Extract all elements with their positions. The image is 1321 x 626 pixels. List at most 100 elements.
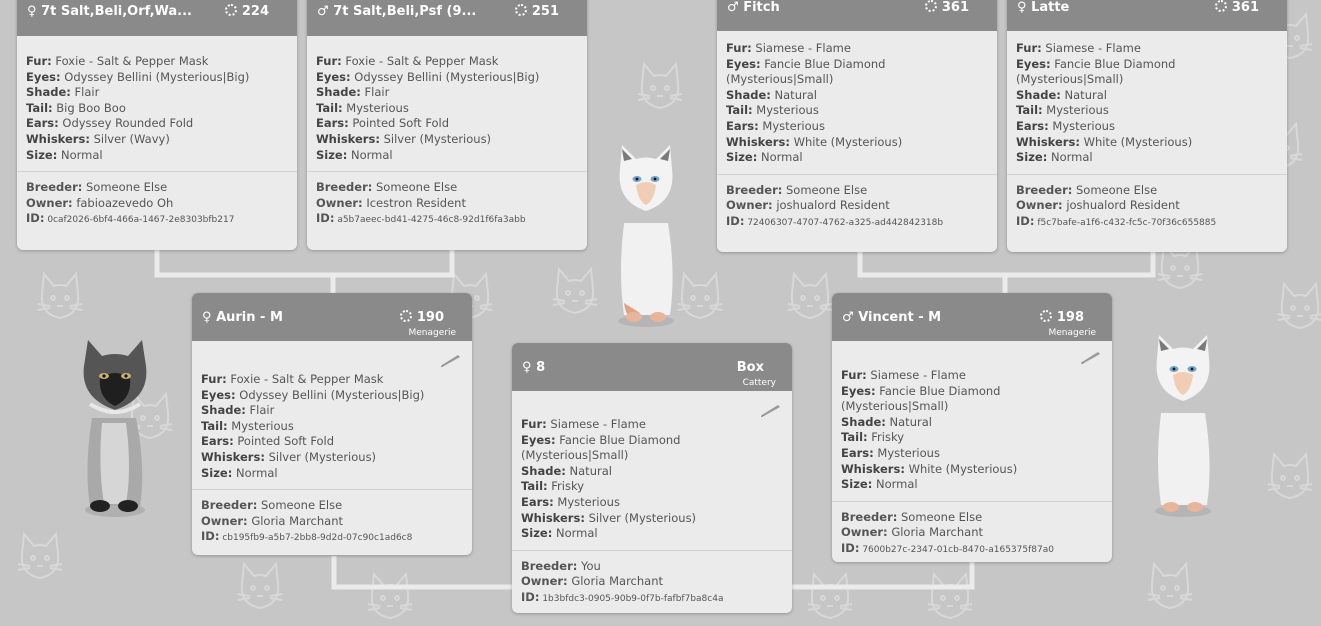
eyes-value: Odyssey Bellini (Mysterious|Big) [239, 387, 425, 402]
fur-value: Foxie - Salt & Pepper Mask [230, 372, 384, 386]
owner-value: fabioazevedo Oh [76, 195, 174, 210]
tail-value: Frisky [551, 479, 585, 494]
whiskers-value: Silver (Mysterious) [588, 510, 697, 525]
loading-spinner-icon [400, 310, 412, 322]
size-value: Normal [760, 150, 803, 165]
card-header: ♂ 7t Salt,Beli,Psf (9... 251 [307, 0, 587, 36]
ownership-info: Breeder: Someone Else Owner: Gloria Marc… [841, 509, 1054, 555]
fur-value: Foxie - Salt & Pepper Mask [55, 54, 209, 68]
whiskers-value: White (Mysterious) [908, 461, 1018, 476]
owner-value: Icestron Resident [366, 195, 466, 210]
location-tag: Menagerie [1048, 328, 1096, 338]
card-header: ♂ Vincent - M 198 Menagerie [832, 293, 1112, 341]
card-header: ♀ Aurin - M 190 Menagerie [192, 293, 472, 341]
edit-pencil-icon[interactable] [1080, 350, 1102, 364]
size-value: Normal [875, 477, 918, 492]
ears-value: Mysterious [877, 445, 940, 460]
cat-image-dark [83, 340, 147, 517]
id-value: a5b7aeec-bd41-4275-46c8-92d1f6fa3abb [337, 215, 526, 226]
breeder-value: Someone Else [901, 509, 983, 524]
cat-card-father[interactable]: ♂ Vincent - M 198 Menagerie Fur: Siamese… [832, 293, 1112, 562]
cat-number: 198 [1056, 310, 1084, 325]
cat-number: 190 [416, 310, 444, 325]
cat-card-subject[interactable]: ♀ 8 Box Cattery Fur: Siamese - Flame Eye… [512, 343, 792, 613]
fur-value: Siamese - Flame [550, 417, 646, 431]
trait-list: Fur: Siamese - Flame Eyes: Fancie Blue D… [521, 417, 697, 541]
owner-value: Gloria Marchant [891, 525, 983, 540]
cat-number: 361 [1231, 0, 1259, 15]
card-header: ♀ 8 Box Cattery [512, 343, 792, 391]
ears-value: Mysterious [1052, 118, 1115, 133]
owner-value: joshualord Resident [1066, 198, 1180, 213]
loading-spinner-icon [1215, 0, 1227, 12]
cat-name: ♀ 7t Salt,Beli,Orf,Wa... [27, 4, 192, 19]
fur-value: Siamese - Flame [755, 41, 851, 55]
cat-name: ♀ Latte [1017, 0, 1070, 15]
breeder-value: Someone Else [1076, 182, 1158, 197]
breeder-value: Someone Else [86, 180, 168, 195]
cat-card-grandfather-right[interactable]: ♂ Fitch 361 Fur: Siamese - Flame Eyes: F… [717, 0, 997, 252]
cat-location: Box [736, 360, 764, 375]
breeder-value: You [581, 558, 601, 573]
card-header: ♀ Latte 361 [1007, 0, 1287, 31]
size-value: Normal [555, 526, 598, 541]
edit-pencil-icon[interactable] [760, 403, 782, 417]
card-header: ♂ Fitch 361 [717, 0, 997, 31]
cat-name: ♂ 7t Salt,Beli,Psf (9... [317, 4, 477, 19]
cat-number: 251 [531, 4, 559, 19]
ownership-info: Breeder: You Owner: Gloria Marchant ID: … [521, 558, 724, 604]
trait-list: Fur: Siamese - Flame Eyes: Fancie Blue D… [841, 368, 1018, 492]
cat-image-right [1155, 335, 1211, 517]
size-value: Normal [1050, 150, 1093, 165]
shade-value: Flair [364, 85, 390, 100]
id-value: 7600b27c-2347-01cb-8470-a165375f87a0 [862, 544, 1054, 555]
cat-number: 224 [241, 4, 269, 19]
edit-pencil-icon[interactable] [440, 353, 462, 367]
fur-value: Siamese - Flame [870, 368, 966, 382]
loading-spinner-icon [515, 4, 527, 16]
cat-number: 361 [941, 0, 969, 15]
owner-value: Gloria Marchant [571, 574, 663, 589]
trait-list: Fur: Foxie - Salt & Pepper Mask Eyes: Od… [316, 54, 540, 162]
ownership-info: Breeder: Someone Else Owner: joshualord … [1016, 182, 1217, 228]
tail-value: Mysterious [346, 100, 409, 115]
id-value: 0caf2026-6bf4-466a-1467-2e8303bfb217 [47, 215, 235, 226]
id-value: 72406307-4707-4762-a325-ad442842318b [747, 217, 944, 228]
size-value: Normal [235, 465, 278, 480]
cat-card-grandfather-left[interactable]: ♂ 7t Salt,Beli,Psf (9... 251 Fur: Foxie … [307, 0, 587, 250]
size-value: Normal [350, 147, 393, 162]
trait-list: Fur: Siamese - Flame Eyes: Fancie Blue D… [726, 41, 903, 165]
loading-spinner-icon [925, 0, 937, 12]
cat-card-grandmother-left[interactable]: ♀ 7t Salt,Beli,Orf,Wa... 224 Fur: Foxie … [17, 0, 297, 250]
whiskers-value: White (Mysterious) [1083, 134, 1193, 149]
tail-value: Mysterious [756, 103, 819, 118]
breeder-value: Someone Else [786, 182, 868, 197]
ownership-info: Breeder: Someone Else Owner: fabioazeved… [26, 180, 235, 226]
ownership-info: Breeder: Someone Else Owner: joshualord … [726, 182, 944, 228]
cat-card-grandmother-right[interactable]: ♀ Latte 361 Fur: Siamese - Flame Eyes: F… [1007, 0, 1287, 252]
owner-value: joshualord Resident [776, 198, 890, 213]
fur-value: Foxie - Salt & Pepper Mask [345, 54, 499, 68]
shade-value: Natural [774, 87, 817, 102]
ears-value: Odyssey Rounded Fold [62, 116, 194, 131]
breeder-value: Someone Else [261, 498, 343, 513]
cat-name: ♀ Aurin - M [202, 310, 283, 325]
tail-value: Big Boo Boo [56, 100, 126, 115]
whiskers-value: White (Mysterious) [793, 134, 903, 149]
tail-value: Mysterious [1046, 103, 1109, 118]
shade-value: Flair [74, 85, 100, 100]
id-value: cb195fb9-a5b7-2bb8-9d2d-07c90c1ad6c8 [222, 533, 413, 544]
tail-value: Mysterious [231, 418, 294, 433]
owner-value: Gloria Marchant [251, 513, 343, 528]
trait-list: Fur: Foxie - Salt & Pepper Mask Eyes: Od… [26, 54, 250, 162]
cat-card-mother[interactable]: ♀ Aurin - M 190 Menagerie Fur: Foxie - S… [192, 293, 472, 555]
ownership-info: Breeder: Someone Else Owner: Gloria Marc… [201, 498, 413, 544]
cat-image-center [618, 145, 674, 327]
ears-value: Mysterious [762, 118, 825, 133]
shade-value: Natural [569, 463, 612, 478]
id-value: f5c7bafe-a1f6-c432-fc5c-70f36c655885 [1037, 217, 1217, 228]
id-value: 1b3bfdc3-0905-90b9-0f7b-fafbf7ba8c4a [542, 593, 724, 604]
whiskers-value: Silver (Wavy) [93, 131, 170, 146]
cat-name: ♂ Vincent - M [842, 310, 942, 325]
loading-spinner-icon [225, 4, 237, 16]
